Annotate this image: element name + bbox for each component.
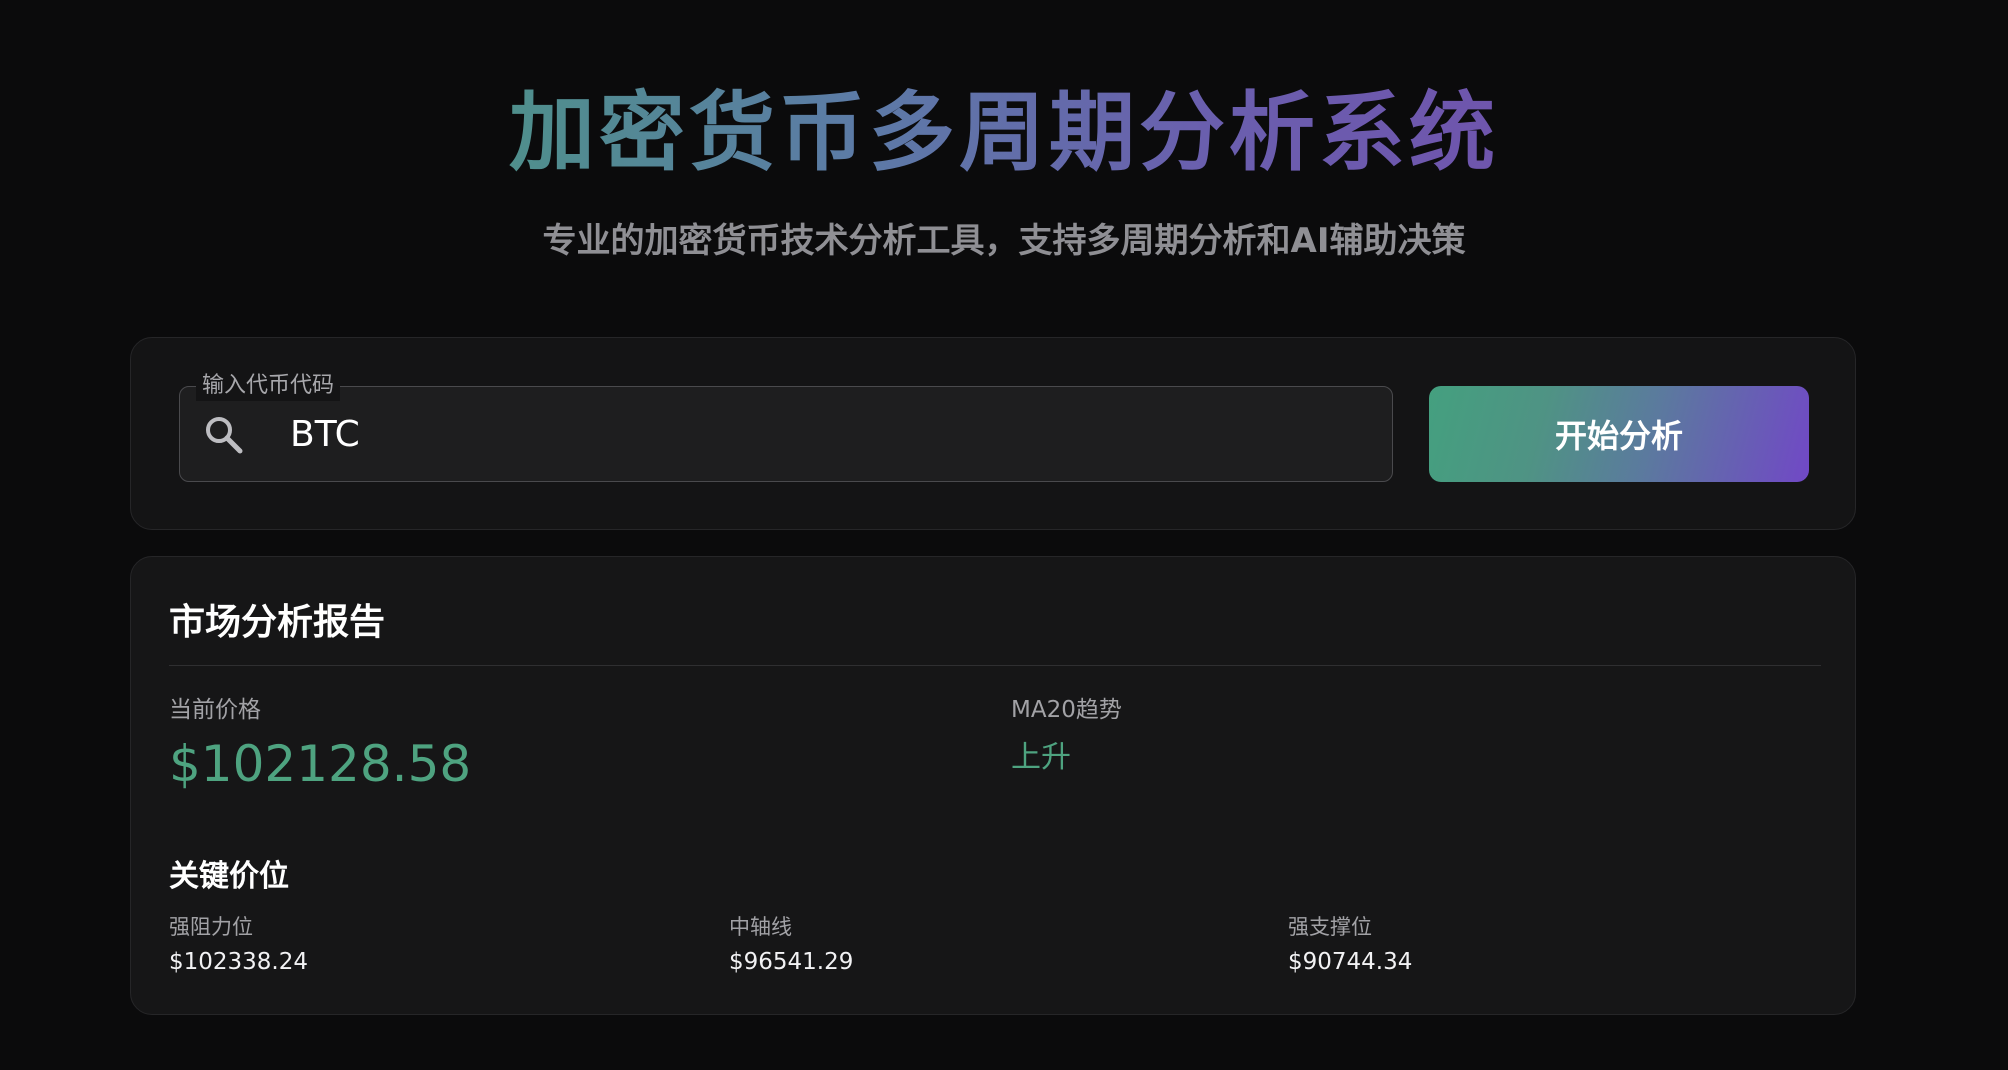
token-code-input[interactable] (290, 405, 1350, 463)
page-subtitle: 专业的加密货币技术分析工具，支持多周期分析和AI辅助决策 (542, 221, 1466, 261)
market-report-card: 市场分析报告 当前价格 $102128.58 MA20趋势 上升 关键价位 强阻… (130, 556, 1856, 1015)
report-divider (169, 665, 1821, 666)
search-card: 输入代币代码 开始分析 (130, 337, 1856, 530)
current-price-value: $102128.58 (169, 735, 472, 793)
ma20-trend-value: 上升 (1011, 740, 1071, 775)
search-icon (202, 413, 246, 457)
support-level-label: 强支撑位 (1288, 915, 1372, 939)
page: 加密货币多周期分析系统 专业的加密货币技术分析工具，支持多周期分析和AI辅助决策… (0, 0, 2008, 1070)
current-price-label: 当前价格 (169, 697, 261, 723)
resistance-level-value: $102338.24 (169, 949, 309, 975)
ma20-trend-label: MA20趋势 (1011, 697, 1122, 723)
pivot-level-value: $96541.29 (729, 949, 854, 975)
support-level-value: $90744.34 (1288, 949, 1413, 975)
pivot-level-label: 中轴线 (729, 915, 792, 939)
page-title-text: 加密货币多周期分析系统 (509, 83, 1499, 183)
report-title: 市场分析报告 (169, 602, 386, 643)
token-search-field[interactable]: 输入代币代码 (179, 371, 1393, 482)
resistance-level-label: 强阻力位 (169, 915, 253, 939)
start-analysis-button[interactable]: 开始分析 (1429, 386, 1809, 482)
page-title: 加密货币多周期分析系统 (0, 78, 2008, 188)
search-field-label: 输入代币代码 (196, 371, 341, 401)
key-levels-title: 关键价位 (169, 859, 289, 894)
